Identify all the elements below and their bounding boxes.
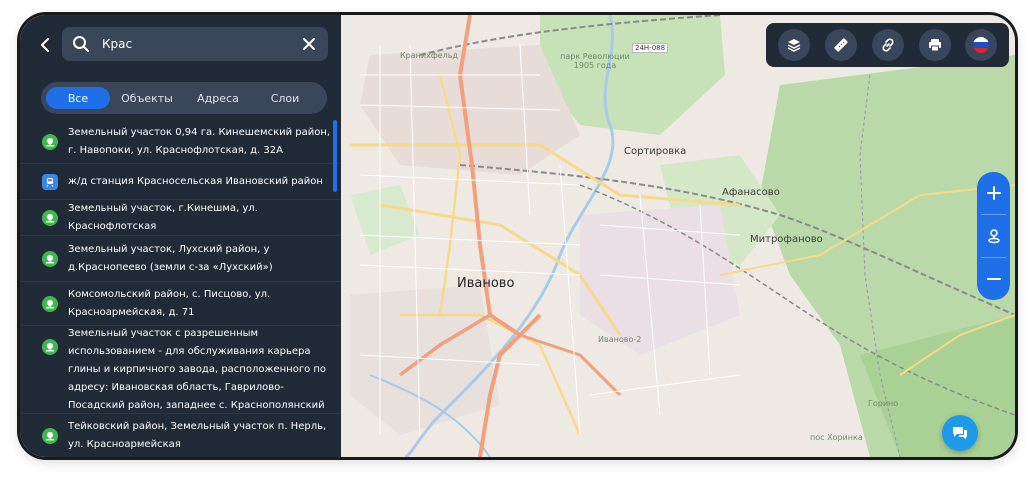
land-parcel-icon: [42, 210, 58, 226]
search-box: [62, 27, 328, 61]
layers-icon: [787, 39, 801, 52]
filter-tabs: Все Объекты Адреса Слои: [41, 82, 327, 114]
map-app-window: Иваново Сортировка Афанасово Митрофаново…: [20, 15, 1015, 457]
search-input[interactable]: [102, 34, 292, 54]
map-label-kranikhfeld: Кранихфельд: [400, 51, 458, 60]
link-icon: [882, 38, 894, 52]
land-parcel-icon: [42, 296, 58, 312]
map-label-sortirovka: Сортировка: [624, 146, 687, 157]
list-item[interactable]: Земельный участок с разрешенным использо…: [20, 326, 341, 414]
search-panel: Все Объекты Адреса Слои Земельный участо…: [20, 15, 341, 457]
map-label-park: парк Революции 1905 года: [560, 52, 630, 70]
my-location-button[interactable]: [977, 215, 1010, 257]
list-item[interactable]: ж/д станция Красносельская Ивановский ра…: [20, 164, 341, 200]
zoom-in-button[interactable]: [977, 172, 1010, 214]
list-item[interactable]: Тейковский район, Земельный участок п. Н…: [20, 414, 341, 457]
map-label-mitrofanovo: Митрофаново: [750, 234, 823, 245]
result-text: ж/д станция Красносельская Ивановский ра…: [68, 175, 323, 187]
chat-icon: [953, 427, 967, 440]
map-label-road-number: 24Н-088: [632, 43, 669, 53]
map-label-khorinka: пос Хоринка: [810, 433, 863, 442]
list-item[interactable]: Комсомольский район, с. Писцово, ул. Кра…: [20, 282, 341, 326]
map-label-ivanovo-2: Иваново-2: [598, 335, 642, 344]
result-text: Тейковский район, Земельный участок п. Н…: [68, 421, 327, 450]
land-parcel-icon: [42, 339, 58, 355]
zoom-out-button[interactable]: [977, 258, 1010, 300]
tab-layers[interactable]: Слои: [252, 87, 318, 109]
tab-all[interactable]: Все: [46, 87, 110, 109]
close-icon[interactable]: [302, 37, 316, 51]
zoom-control: [977, 172, 1010, 300]
ruler-icon: [834, 38, 848, 52]
list-item[interactable]: Земельный участок 0,94 га. Кинешемский р…: [20, 120, 341, 164]
chevron-left-icon: [41, 38, 49, 52]
list-item[interactable]: Земельный участок, г.Кинешма, ул. Красно…: [20, 200, 341, 236]
result-text: Земельный участок с разрешенным использо…: [68, 327, 327, 411]
results-list: Земельный участок 0,94 га. Кинешемский р…: [20, 120, 341, 457]
my-location-icon: [987, 229, 1000, 244]
land-parcel-icon: [42, 251, 58, 267]
result-text: Земельный участок 0,94 га. Кинешемский р…: [68, 126, 331, 156]
tab-objects[interactable]: Объекты: [110, 87, 184, 109]
ruler-button[interactable]: [825, 29, 857, 61]
result-text: Земельный участок, Лухский район, у д.Кр…: [68, 243, 273, 273]
list-item[interactable]: Земельный участок, Лухский район, у д.Кр…: [20, 236, 341, 282]
land-parcel-icon: [42, 428, 58, 444]
map-label-gorino: Горино: [868, 399, 899, 408]
map-label-ivanovo: Иваново: [457, 276, 515, 291]
print-button[interactable]: [919, 29, 951, 61]
language-button[interactable]: [965, 29, 997, 61]
land-parcel-icon: [42, 134, 58, 150]
zoom-in-icon: [986, 186, 1001, 200]
chat-button[interactable]: [942, 415, 978, 451]
language-flag-icon: [973, 37, 989, 53]
layers-button[interactable]: [778, 29, 810, 61]
railway-station-icon: [42, 174, 58, 190]
search-icon: [73, 36, 89, 52]
print-icon: [929, 39, 941, 52]
back-button[interactable]: [36, 35, 54, 55]
zoom-out-icon: [986, 278, 1001, 280]
result-text: Комсомольский район, с. Писцово, ул. Кра…: [68, 288, 271, 318]
map-label-afanasovo: Афанасово: [722, 187, 780, 198]
tab-addresses[interactable]: Адреса: [184, 87, 252, 109]
share-link-button[interactable]: [872, 29, 904, 61]
map-toolbar: [766, 23, 1009, 67]
result-text: Земельный участок, г.Кинешма, ул. Красно…: [68, 202, 258, 232]
results-scrollbar[interactable]: [333, 120, 337, 192]
